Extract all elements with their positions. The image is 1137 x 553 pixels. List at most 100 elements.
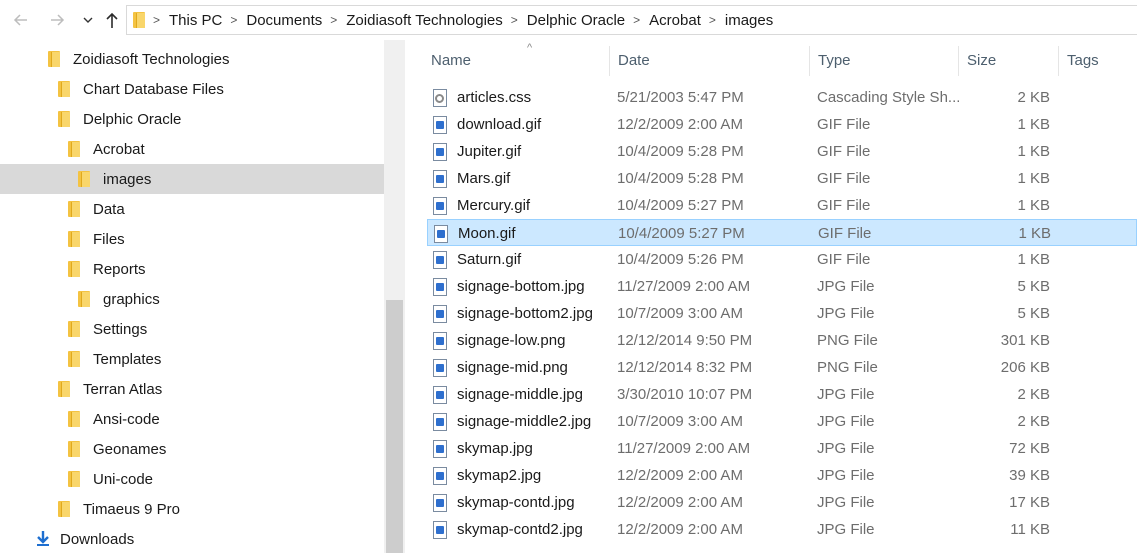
sidebar-scrollbar-thumb[interactable] <box>386 300 403 553</box>
sidebar-item-zoidiasoft[interactable]: Zoidiasoft Technologies <box>0 44 384 74</box>
file-row[interactable]: Saturn.gif 10/4/2009 5:26 PM GIF File 1 KB <box>427 246 1137 273</box>
file-name: signage-low.png <box>457 332 566 349</box>
file-name: signage-middle2.jpg <box>457 413 592 430</box>
sidebar-item-label: Templates <box>93 350 162 368</box>
sidebar-item-chart-database-files[interactable]: Chart Database Files <box>0 74 384 104</box>
file-name-cell: skymap2.jpg <box>432 462 612 489</box>
file-date: 10/4/2009 5:27 PM <box>617 197 744 214</box>
sidebar-item-downloads[interactable]: Downloads <box>0 524 384 553</box>
sidebar-item-label: Ansi-code <box>93 410 160 428</box>
breadcrumb-zoidiasoft[interactable]: Zoidiasoft Technologies <box>346 12 503 29</box>
file-type: GIF File <box>818 225 872 242</box>
folder-icon <box>68 411 80 427</box>
file-name: skymap-contd2.jpg <box>457 521 583 538</box>
breadcrumb-separator-icon[interactable]: > <box>330 13 337 27</box>
file-name-cell: Saturn.gif <box>432 246 612 273</box>
file-size: 301 KB <box>1000 332 1050 349</box>
file-row[interactable]: signage-mid.png 12/12/2014 8:32 PM PNG Fil… <box>427 354 1137 381</box>
up-button[interactable] <box>101 9 123 31</box>
file-row[interactable]: signage-bottom.jpg 11/27/2009 2:00 AM JPG … <box>427 273 1137 300</box>
file-row[interactable]: signage-middle2.jpg 10/7/2009 3:00 AM JPG … <box>427 408 1137 435</box>
file-row[interactable]: download.gif 12/2/2009 2:00 AM GIF File 1 K… <box>427 111 1137 138</box>
column-header-date[interactable]: Date <box>610 42 809 78</box>
sidebar-item-templates[interactable]: Templates <box>0 344 384 374</box>
sidebar-item-label: Data <box>93 200 125 218</box>
image-file-icon <box>432 250 448 269</box>
sidebar-item-geonames[interactable]: Geonames <box>0 434 384 464</box>
file-row[interactable]: Mercury.gif 10/4/2009 5:27 PM GIF File 1 KB <box>427 192 1137 219</box>
file-size: 5 KB <box>1017 278 1050 295</box>
back-button[interactable] <box>10 9 32 31</box>
file-type: JPG File <box>817 467 875 484</box>
address-bar[interactable]: > This PC > Documents > Zoidiasoft Techn… <box>126 5 1137 35</box>
file-row[interactable]: signage-bottom2.jpg 10/7/2009 3:00 AM JPG … <box>427 300 1137 327</box>
breadcrumb-separator-icon[interactable]: > <box>511 13 518 27</box>
file-size: 2 KB <box>1017 413 1050 430</box>
sidebar-item-acrobat[interactable]: Acrobat <box>0 134 384 164</box>
column-header-name[interactable]: ^ Name <box>423 42 609 78</box>
column-header-size[interactable]: Size <box>959 42 1058 78</box>
breadcrumb-separator-icon[interactable]: > <box>709 13 716 27</box>
file-type: JPG File <box>817 305 875 322</box>
folder-icon <box>58 501 70 517</box>
folder-icon <box>68 351 80 367</box>
file-name: skymap2.jpg <box>457 467 542 484</box>
file-name: Mars.gif <box>457 170 511 187</box>
file-size: 72 KB <box>1009 440 1050 457</box>
file-type: JPG File <box>817 413 875 430</box>
sidebar-item-files[interactable]: Files <box>0 224 384 254</box>
file-size: 17 KB <box>1009 494 1050 511</box>
file-row[interactable]: skymap2.jpg 12/2/2009 2:00 AM JPG File 39 K… <box>427 462 1137 489</box>
breadcrumb-separator-icon[interactable]: > <box>633 13 640 27</box>
file-row[interactable]: Moon.gif 10/4/2009 5:27 PM GIF File 1 KB <box>427 219 1137 246</box>
breadcrumb-images[interactable]: images <box>725 12 773 29</box>
file-name: skymap-contd.jpg <box>457 494 575 511</box>
breadcrumb-this-pc[interactable]: This PC <box>169 12 222 29</box>
sidebar-item-label: Delphic Oracle <box>83 110 182 128</box>
file-row[interactable]: skymap-contd2.jpg 12/2/2009 2:00 AM JPG Fi… <box>427 516 1137 543</box>
sidebar-item-settings[interactable]: Settings <box>0 314 384 344</box>
breadcrumb-delphic-oracle[interactable]: Delphic Oracle <box>527 12 625 29</box>
breadcrumb-separator-icon[interactable]: > <box>153 13 160 27</box>
image-file-icon <box>432 358 448 377</box>
file-row[interactable]: skymap-contd.jpg 12/2/2009 2:00 AM JPG Fil… <box>427 489 1137 516</box>
sidebar-item-label: Terran Atlas <box>83 380 163 398</box>
file-row[interactable]: signage-low.png 12/12/2014 9:50 PM PNG Fil… <box>427 327 1137 354</box>
image-file-icon <box>432 169 448 188</box>
file-row[interactable]: signage-middle.jpg 3/30/2010 10:07 PM JPG … <box>427 381 1137 408</box>
file-type: GIF File <box>817 143 871 160</box>
sidebar-item-images[interactable]: images <box>0 164 384 194</box>
breadcrumb-documents[interactable]: Documents <box>246 12 322 29</box>
file-row[interactable]: skymap.jpg 11/27/2009 2:00 AM JPG File 72 K… <box>427 435 1137 462</box>
column-header-label: Date <box>618 51 650 69</box>
sidebar-item-label: Downloads <box>60 530 135 548</box>
folder-icon <box>68 441 80 457</box>
image-file-icon <box>432 439 448 458</box>
file-row[interactable]: Mars.gif 10/4/2009 5:28 PM GIF File 1 KB <box>427 165 1137 192</box>
sidebar-item-terran-atlas[interactable]: Terran Atlas <box>0 374 384 404</box>
image-file-icon <box>432 304 448 323</box>
sidebar-item-timaeus-9-pro[interactable]: Timaeus 9 Pro <box>0 494 384 524</box>
file-row[interactable]: articles.css 5/21/2003 5:47 PM Cascading S… <box>427 84 1137 111</box>
sidebar-item-reports[interactable]: Reports <box>0 254 384 284</box>
column-header-type[interactable]: Type <box>810 42 958 78</box>
file-row[interactable]: Jupiter.gif 10/4/2009 5:28 PM GIF File 1 KB <box>427 138 1137 165</box>
file-date: 10/4/2009 5:26 PM <box>617 251 744 268</box>
column-header-label: Size <box>967 51 997 69</box>
column-header-tags[interactable]: Tags <box>1059 42 1137 78</box>
file-name: signage-bottom.jpg <box>457 278 585 295</box>
file-date: 12/2/2009 2:00 AM <box>617 494 743 511</box>
file-name-cell: Mars.gif <box>432 165 612 192</box>
sidebar-item-delphic-oracle[interactable]: Delphic Oracle <box>0 104 384 134</box>
sidebar-item-ansi-code[interactable]: Ansi-code <box>0 404 384 434</box>
breadcrumb-acrobat[interactable]: Acrobat <box>649 12 701 29</box>
sidebar-item-uni-code[interactable]: Uni-code <box>0 464 384 494</box>
folder-icon <box>68 201 80 217</box>
recent-locations-button[interactable] <box>77 9 99 31</box>
file-name: Mercury.gif <box>457 197 531 214</box>
breadcrumb-separator-icon[interactable]: > <box>230 13 237 27</box>
sidebar-item-graphics[interactable]: graphics <box>0 284 384 314</box>
file-date: 10/4/2009 5:28 PM <box>617 143 744 160</box>
forward-button[interactable] <box>46 9 68 31</box>
sidebar-item-data[interactable]: Data <box>0 194 384 224</box>
